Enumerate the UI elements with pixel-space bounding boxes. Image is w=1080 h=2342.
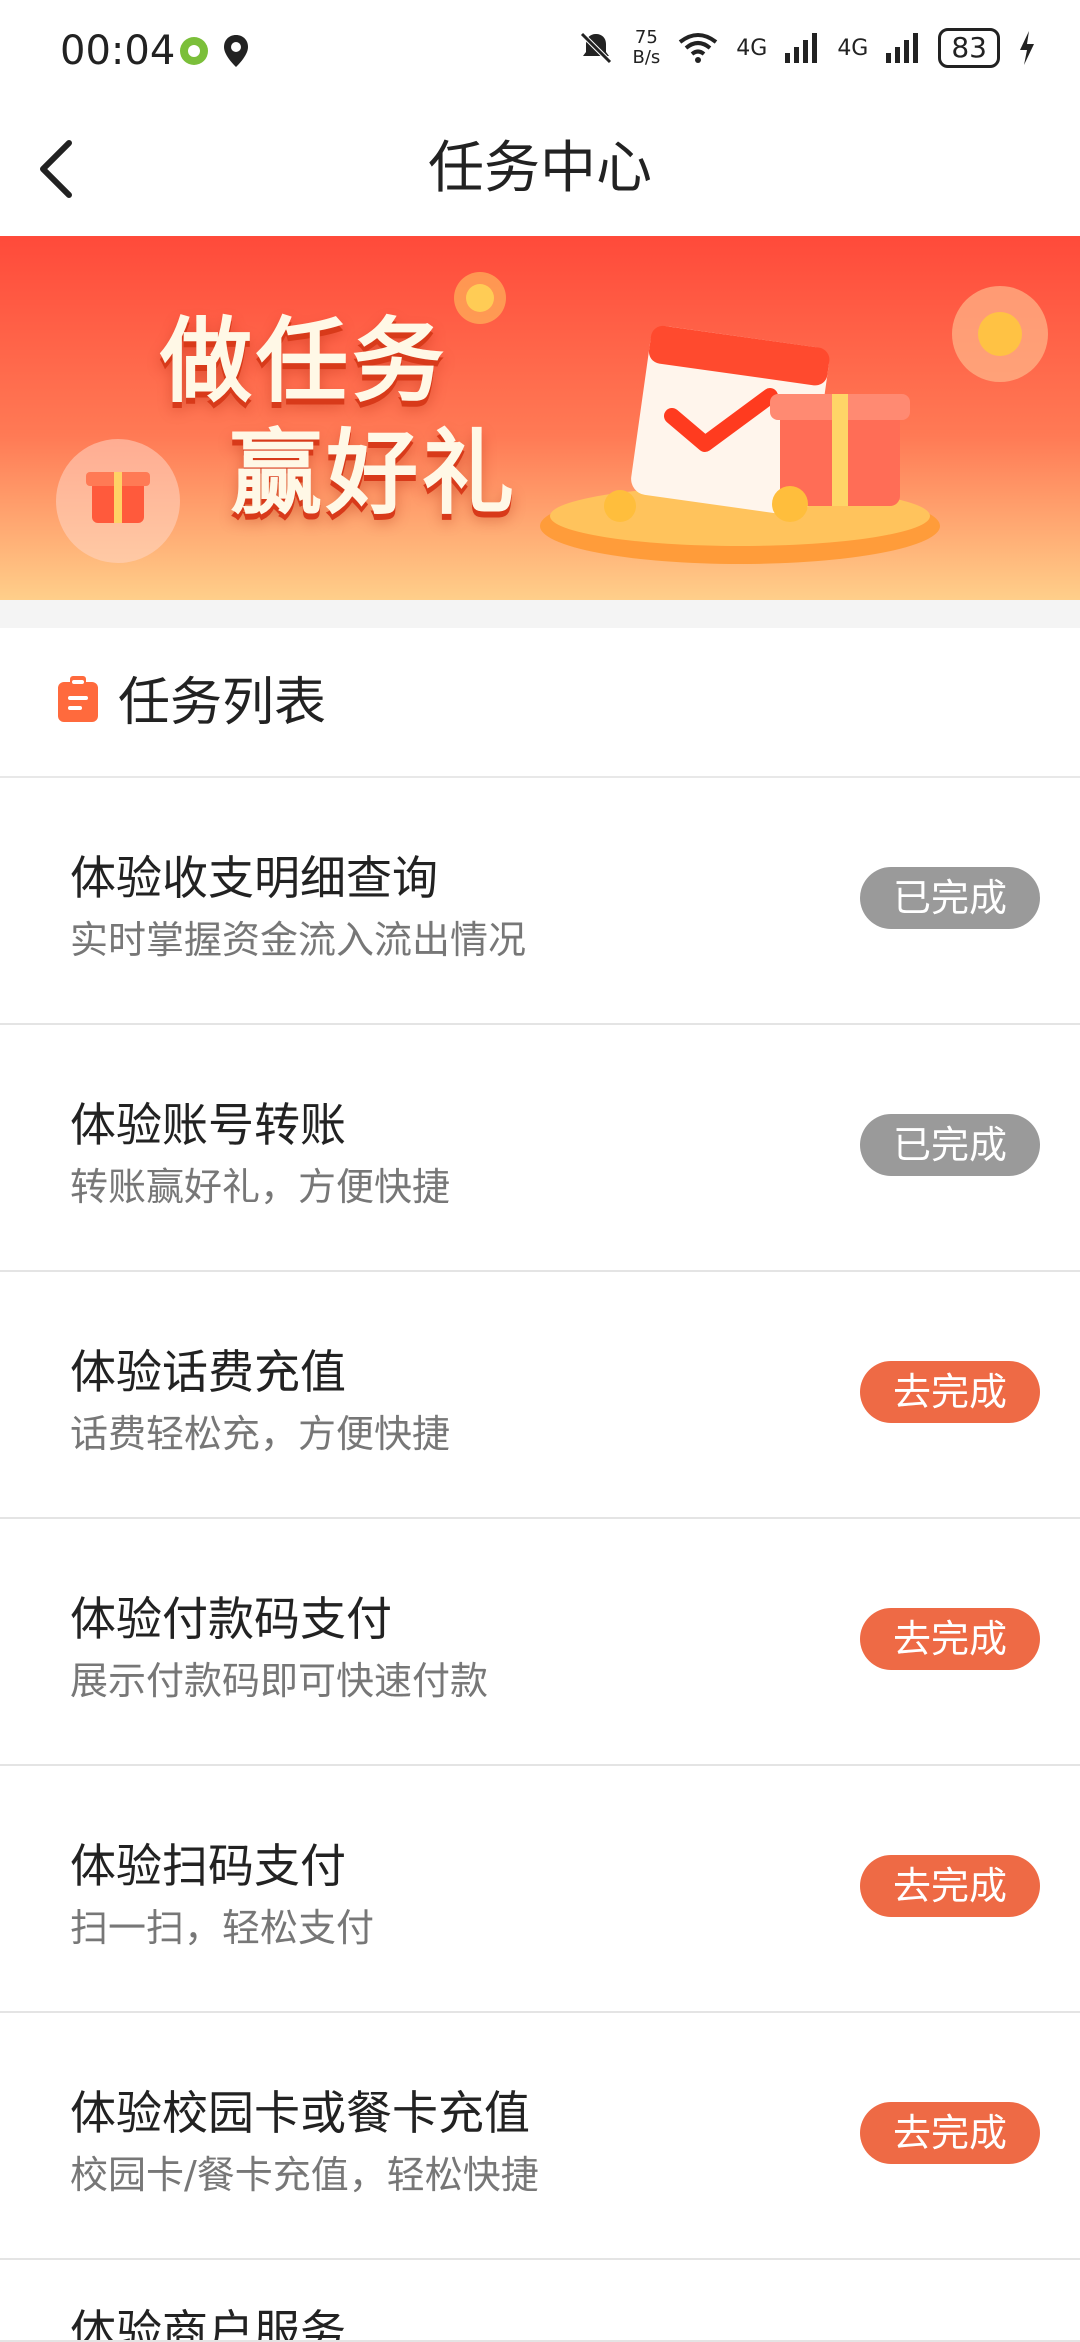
section-header: 任务列表 [0,628,1080,778]
task-title: 体验扫码支付 [70,1839,346,1893]
banner-line-2: 赢好礼 [230,420,519,527]
task-go-button[interactable]: 去完成 [860,2102,1040,2164]
net-speed-value: 75 [634,27,658,48]
task-go-button[interactable]: 去完成 [860,1608,1040,1670]
task-status-button[interactable]: 已完成 [860,1114,1040,1176]
task-row: 体验话费充值 话费轻松充，方便快捷 去完成 [0,1272,1080,1519]
task-description: 实时掌握资金流入流出情况 [70,918,527,962]
wifi-icon [679,33,718,63]
section-title: 任务列表 [118,673,327,733]
task-description: 展示付款码即可快速付款 [70,1659,489,1703]
status-bar: 00:04 75 B/s 4G 4G 83 [0,0,1080,104]
signal-icon-2 [886,33,919,63]
task-title: 体验收支明细查询 [70,851,438,905]
task-row: 体验收支明细查询 实时掌握资金流入流出情况 已完成 [0,778,1080,1025]
signal-label-1: 4G [736,35,768,61]
banner-text: 做任务 赢好礼 [160,306,518,530]
task-description: 校园卡/餐卡充值，轻松快捷 [70,2153,539,2197]
task-title: 体验校园卡或餐卡充值 [70,2086,530,2140]
app-notification-icon [180,37,208,65]
task-row: 体验校园卡或餐卡充值 校园卡/餐卡充值，轻松快捷 去完成 [0,2013,1080,2260]
status-left-icons [178,34,250,68]
task-title: 体验话费充值 [70,1345,346,1399]
task-description: 扫一扫，轻松支付 [70,1906,375,1950]
task-go-button[interactable]: 去完成 [860,1855,1040,1917]
task-title: 体验商户服务 [70,2305,346,2342]
banner-line-1: 做任务 [160,308,449,415]
battery-indicator: 83 [938,28,1000,68]
task-row: 体验扫码支付 扫一扫，轻松支付 去完成 [0,1766,1080,2013]
signal-icon-1 [785,33,818,63]
status-right-icons: 75 B/s 4G 4G 83 [578,28,1036,68]
promo-banner[interactable]: 做任务 赢好礼 [0,236,1080,600]
net-speed-unit: B/s [632,47,661,68]
task-row: 体验付款码支付 展示付款码即可快速付款 去完成 [0,1519,1080,1766]
task-status-button[interactable]: 已完成 [860,867,1040,929]
clipboard-icon [58,676,98,722]
task-description: 话费轻松充，方便快捷 [70,1412,451,1456]
task-title: 体验付款码支付 [70,1592,392,1646]
page-title: 任务中心 [428,136,652,201]
status-time: 00:04 [60,28,176,74]
nav-bar: 任务中心 [0,104,1080,236]
task-go-button[interactable]: 去完成 [860,1361,1040,1423]
task-description: 转账赢好礼，方便快捷 [70,1165,451,1209]
task-title: 体验账号转账 [70,1098,346,1152]
location-icon [224,35,248,67]
charging-icon [1020,31,1034,65]
task-row: 体验账号转账 转账赢好礼，方便快捷 已完成 [0,1025,1080,1272]
signal-label-2: 4G [837,35,869,61]
task-row-partial: 体验商户服务 [0,2260,1080,2342]
mute-icon [580,32,613,64]
net-speed: 75 B/s [632,28,660,68]
task-list-section: 任务列表 体验收支明细查询 实时掌握资金流入流出情况 已完成 体验账号转账 转账… [0,628,1080,2342]
